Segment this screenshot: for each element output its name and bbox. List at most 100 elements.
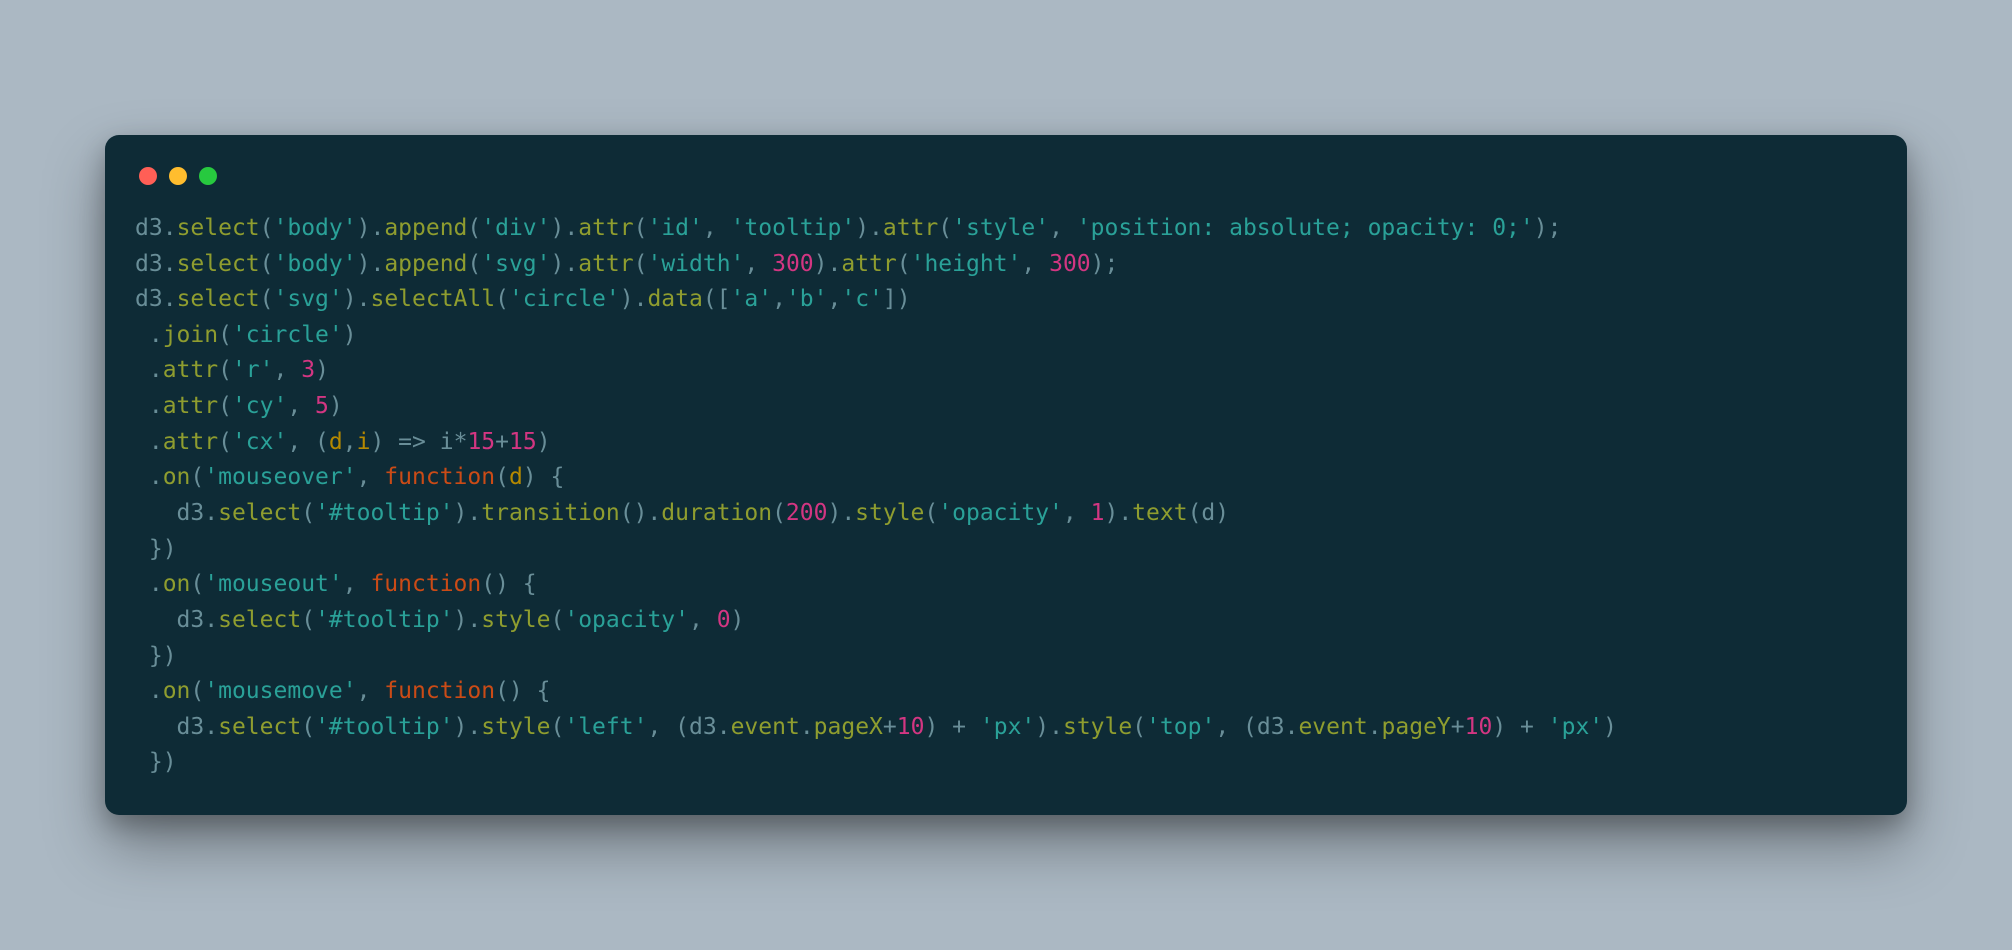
token-str: 'r' (232, 357, 274, 383)
token-pn: ) (329, 393, 343, 419)
token-id: d3 (177, 500, 205, 526)
zoom-icon[interactable] (199, 167, 217, 185)
token-pn: ( (260, 286, 274, 312)
token-pn: ( (772, 500, 786, 526)
token-fn: pageX (814, 714, 883, 740)
code-line: d3.select('#tooltip').style('left', (d3.… (135, 714, 1617, 740)
token-op: * (454, 429, 468, 455)
token-pn: ( (938, 215, 952, 241)
code-line: }) (135, 536, 177, 562)
code-line: .attr('r', 3) (135, 357, 329, 383)
token-pn: ( (301, 714, 315, 740)
token-pn: ( (218, 393, 232, 419)
token-fn: on (163, 571, 191, 597)
token-fn: select (177, 215, 260, 241)
token-str: 'tooltip' (731, 215, 856, 241)
token-pn (426, 429, 440, 455)
token-pn: . (135, 571, 163, 597)
token-pn: ). (1035, 714, 1063, 740)
token-pn: , (287, 393, 315, 419)
token-pn: ( (301, 607, 315, 633)
token-str: 'div' (481, 215, 550, 241)
token-pn: ). (454, 607, 482, 633)
token-pn: , (1049, 215, 1077, 241)
token-pn: ( (551, 607, 565, 633)
token-str: 'body' (274, 251, 357, 277)
token-pn: ). (454, 500, 482, 526)
token-pn: , (274, 357, 302, 383)
token-pn: . (800, 714, 814, 740)
token-str: '#tooltip' (315, 714, 453, 740)
token-pn: . (135, 464, 163, 490)
token-pn: ( (1188, 500, 1202, 526)
token-pn: ( (551, 714, 565, 740)
token-str: 'body' (274, 215, 357, 241)
token-pn: . (204, 607, 218, 633)
token-pn: ( (634, 215, 648, 241)
token-pn: ( (495, 286, 509, 312)
token-pn: (). (620, 500, 662, 526)
token-pn: , (357, 464, 385, 490)
token-pn: ( (495, 464, 509, 490)
token-str: 'mouseover' (204, 464, 356, 490)
token-fn: attr (163, 429, 218, 455)
token-pn: , (1021, 251, 1049, 277)
token-fn: style (481, 607, 550, 633)
token-fn: event (731, 714, 800, 740)
code-line: }) (135, 749, 177, 775)
token-pn: ( (301, 500, 315, 526)
token-kw: function (370, 571, 481, 597)
token-pn: ) (343, 322, 357, 348)
token-pn: ). (814, 251, 842, 277)
token-str: 'id' (647, 215, 702, 241)
token-id: d (1201, 500, 1215, 526)
token-pn: }) (135, 749, 177, 775)
token-fn: attr (578, 251, 633, 277)
token-pn: ). (551, 215, 579, 241)
token-fn: select (177, 286, 260, 312)
token-pn: ). (551, 251, 579, 277)
token-str: 'a' (731, 286, 773, 312)
token-pn: ). (454, 714, 482, 740)
token-id: d3 (689, 714, 717, 740)
token-str: 'left' (564, 714, 647, 740)
token-pn: ([ (703, 286, 731, 312)
token-pn: ) (370, 429, 398, 455)
token-num: 15 (467, 429, 495, 455)
token-op: + (1451, 714, 1465, 740)
token-str: 'px' (980, 714, 1035, 740)
token-str: 'opacity' (564, 607, 689, 633)
token-pn: ( (260, 215, 274, 241)
token-pn: . (135, 678, 163, 704)
token-pn: . (163, 286, 177, 312)
token-id: d3 (177, 714, 205, 740)
token-str: 'position: absolute; opacity: 0;' (1077, 215, 1534, 241)
token-pn: , (744, 251, 772, 277)
token-pn: ). (357, 215, 385, 241)
token-fn: attr (578, 215, 633, 241)
token-pn: ). (357, 251, 385, 277)
token-num: 10 (897, 714, 925, 740)
token-kw: function (384, 464, 495, 490)
token-str: 'circle' (232, 322, 343, 348)
token-fn: attr (163, 393, 218, 419)
code-block: d3.select('body').append('div').attr('id… (135, 211, 1877, 781)
token-pn: ( (467, 215, 481, 241)
token-pn: , (343, 571, 371, 597)
close-icon[interactable] (139, 167, 157, 185)
code-line: d3.select('svg').selectAll('circle').dat… (135, 286, 911, 312)
token-pn: ( (467, 251, 481, 277)
token-pn: ( (190, 678, 204, 704)
minimize-icon[interactable] (169, 167, 187, 185)
token-pn: , (827, 286, 841, 312)
token-str: 'width' (647, 251, 744, 277)
token-num: 300 (1049, 251, 1091, 277)
token-v: i (357, 429, 371, 455)
token-fn: style (481, 714, 550, 740)
token-pn: ) + (924, 714, 979, 740)
token-pn: ). (855, 215, 883, 241)
token-pn: ( (260, 251, 274, 277)
token-str: '#tooltip' (315, 607, 453, 633)
token-pn: ( (218, 357, 232, 383)
token-num: 10 (1465, 714, 1493, 740)
